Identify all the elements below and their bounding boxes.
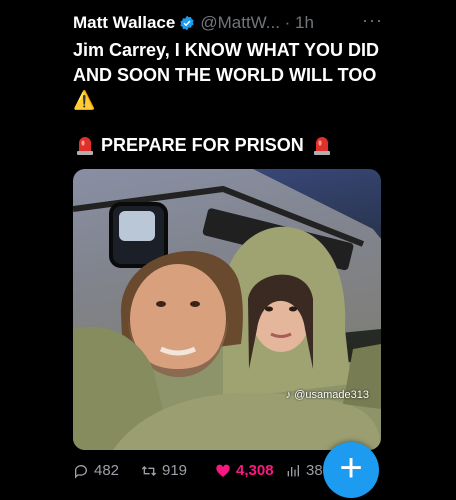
reply-count: 482 <box>94 462 120 479</box>
photo-selfie-image <box>73 169 381 450</box>
tiktok-icon: ♪ <box>285 389 292 401</box>
siren-icon <box>313 137 330 155</box>
reply-button[interactable]: 482 <box>73 462 119 479</box>
views-icon <box>287 464 299 476</box>
like-button[interactable]: 4,308 <box>215 462 274 479</box>
heart-icon <box>216 464 230 477</box>
action-bar: 482 919 4,308 38 <box>73 462 363 484</box>
watermark: ♪ @usamade313 <box>285 389 369 401</box>
reply-icon <box>75 464 87 479</box>
repost-count: 919 <box>162 462 188 479</box>
post-header: Matt Wallace @MattW... · 1h <box>73 12 314 34</box>
repost-button[interactable]: 919 <box>141 462 187 479</box>
views-count: 38 <box>306 462 323 479</box>
siren-icon <box>77 137 93 155</box>
like-count: 4,308 <box>236 462 274 479</box>
views-button[interactable]: 38 <box>285 462 323 479</box>
compose-button[interactable]: + <box>323 442 379 498</box>
post-text-second-line: PREPARE FOR PRISON <box>73 134 338 156</box>
prepare-for-prison-text: PREPARE FOR PRISON <box>101 134 304 155</box>
handle-and-time[interactable]: @MattW... · 1h <box>200 13 314 33</box>
post-text: Jim Carrey, I KNOW WHAT YOU DID AND SOON… <box>73 40 380 110</box>
display-name[interactable]: Matt Wallace <box>73 13 175 33</box>
more-options-icon[interactable]: ··· <box>362 10 383 31</box>
repost-icon <box>141 465 157 476</box>
verified-badge-icon <box>180 15 195 31</box>
post-photo[interactable]: ♪ @usamade313 <box>73 169 381 450</box>
